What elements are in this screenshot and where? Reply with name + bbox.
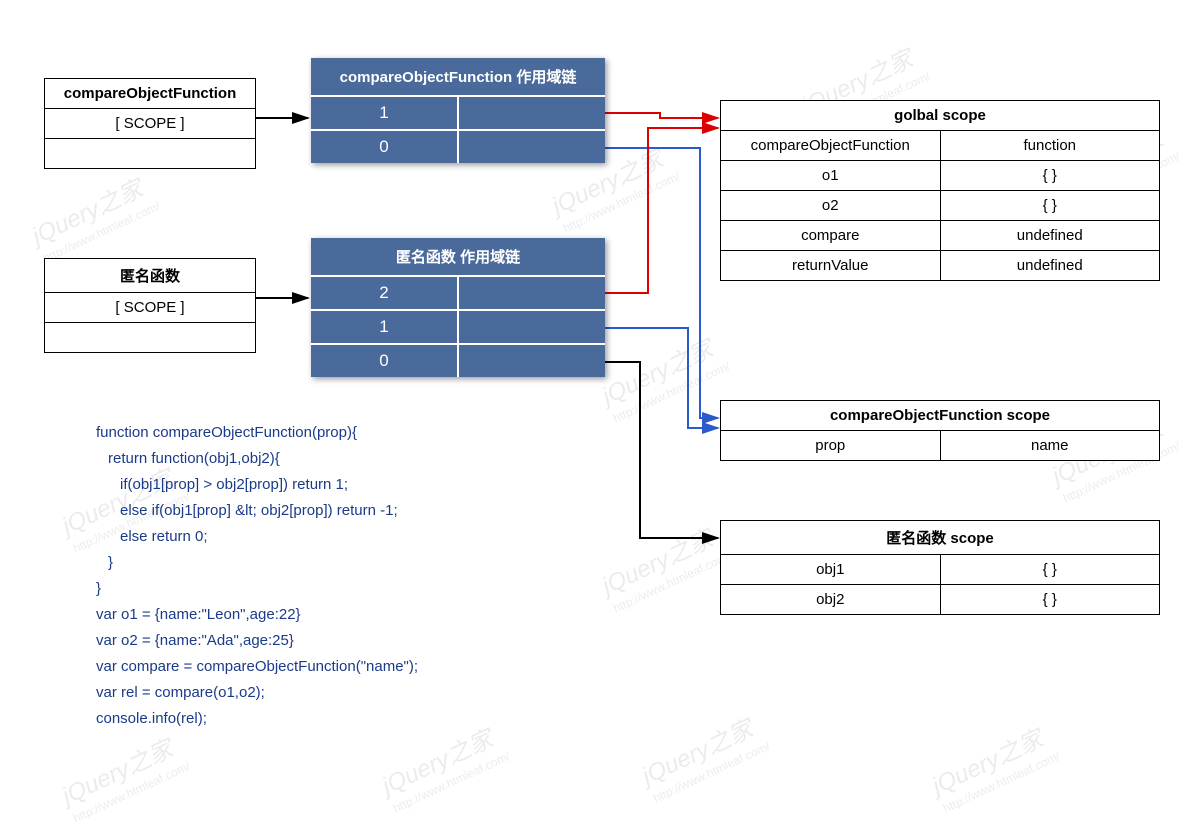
anon-scope-chain: 匿名函数 作用域链 2 1 0 <box>311 238 605 377</box>
code-l7: } <box>96 576 616 602</box>
gs-k4: returnValue <box>721 251 941 280</box>
cof-scope-chain: compareObjectFunction 作用域链 1 0 <box>311 58 605 163</box>
as-v1: { } <box>941 585 1160 614</box>
watermark-small: http://www.htmleaf.com/ <box>41 199 162 266</box>
cof-empty-row <box>45 139 255 168</box>
gs-v1: { } <box>941 161 1160 190</box>
global-scope-title: golbal scope <box>721 101 1159 131</box>
gs-v4: undefined <box>941 251 1160 280</box>
code-l4: else if(obj1[prop] &lt; obj2[prop]) retu… <box>96 498 616 524</box>
cof-scope-row: [ SCOPE ] <box>45 109 255 138</box>
gs-k3: compare <box>721 221 941 250</box>
anon-empty-row <box>45 323 255 352</box>
anon-title: 匿名函数 <box>45 259 255 293</box>
gs-v2: { } <box>941 191 1160 220</box>
watermark-big: jQuery之家 <box>25 165 155 251</box>
chain1-idx-1: 1 <box>311 97 459 129</box>
code-block: function compareObjectFunction(prop){ re… <box>96 420 616 732</box>
code-l1: function compareObjectFunction(prop){ <box>96 420 616 446</box>
cof-k0: prop <box>721 431 941 460</box>
cof-scope-box: compareObjectFunction scope propname <box>720 400 1160 461</box>
anon-scope-title: 匿名函数 scope <box>721 521 1159 555</box>
gs-v3: undefined <box>941 221 1160 250</box>
gs-k2: o2 <box>721 191 941 220</box>
code-l9: var o2 = {name:"Ada",age:25} <box>96 628 616 654</box>
chain1-title: compareObjectFunction 作用域链 <box>311 58 605 97</box>
code-l10: var compare = compareObjectFunction("nam… <box>96 654 616 680</box>
chain2-title: 匿名函数 作用域链 <box>311 238 605 277</box>
as-v0: { } <box>941 555 1160 584</box>
code-l5: else return 0; <box>96 524 616 550</box>
code-l6: } <box>96 550 616 576</box>
chain2-idx-0: 0 <box>311 345 459 377</box>
cof-v0: name <box>941 431 1160 460</box>
chain1-idx-0: 0 <box>311 131 459 163</box>
cof-title: compareObjectFunction <box>45 79 255 109</box>
anon-function-box: 匿名函数 [ SCOPE ] <box>44 258 256 353</box>
code-l8: var o1 = {name:"Leon",age:22} <box>96 602 616 628</box>
as-k0: obj1 <box>721 555 941 584</box>
gs-k1: o1 <box>721 161 941 190</box>
compare-object-function-box: compareObjectFunction [ SCOPE ] <box>44 78 256 169</box>
code-l3: if(obj1[prop] > obj2[prop]) return 1; <box>96 472 616 498</box>
code-l12: console.info(rel); <box>96 706 616 732</box>
cof-scope-title: compareObjectFunction scope <box>721 401 1159 431</box>
code-l11: var rel = compare(o1,o2); <box>96 680 616 706</box>
chain2-idx-2: 2 <box>311 277 459 309</box>
code-l2: return function(obj1,obj2){ <box>96 446 616 472</box>
anon-scope-row: [ SCOPE ] <box>45 293 255 322</box>
gs-k0: compareObjectFunction <box>721 131 941 160</box>
chain2-idx-1: 1 <box>311 311 459 343</box>
gs-v0: function <box>941 131 1160 160</box>
anon-scope-box: 匿名函数 scope obj1{ } obj2{ } <box>720 520 1160 615</box>
as-k1: obj2 <box>721 585 941 614</box>
global-scope-box: golbal scope compareObjectFunctionfuncti… <box>720 100 1160 281</box>
